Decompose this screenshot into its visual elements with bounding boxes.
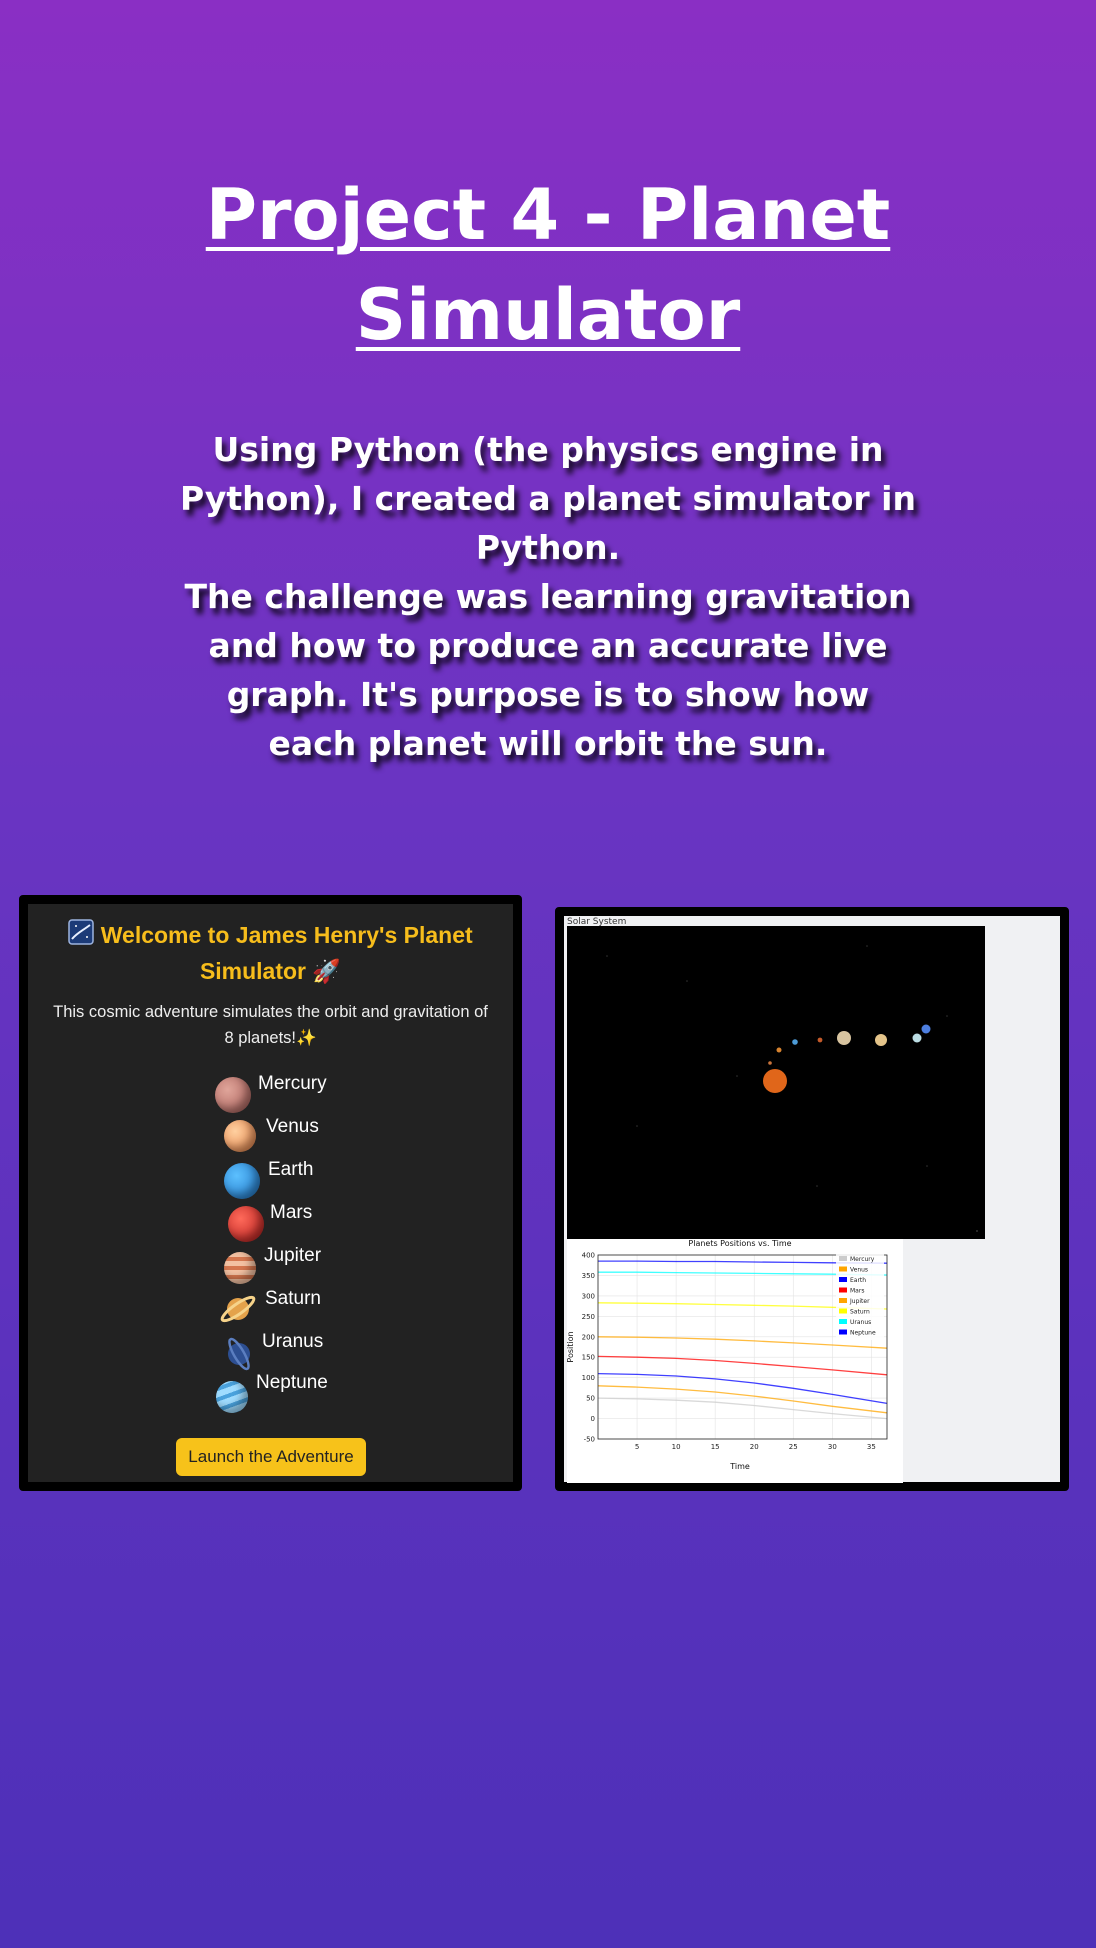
- chart-y-tick-label: 400: [582, 1252, 595, 1260]
- earth-body: [792, 1039, 798, 1045]
- mars-icon: [228, 1206, 264, 1242]
- chart-y-tick-label: 200: [582, 1333, 595, 1341]
- milky-way-icon: [68, 919, 95, 954]
- chart-x-tick-label: 20: [750, 1443, 759, 1451]
- legend-swatch: [839, 1319, 847, 1324]
- planet-name: Venus: [266, 1116, 319, 1137]
- chart-legend: Mercury Venus Earth Mars Jupiter Saturn Uranus…: [836, 1254, 884, 1340]
- saturn-body: [875, 1034, 887, 1046]
- legend-entry: Neptune: [850, 1330, 876, 1337]
- intro-text: This cosmic adventure simulates the orbi…: [53, 1003, 488, 1047]
- planet-list-item: Mercury: [28, 1073, 513, 1116]
- planet-name: Jupiter: [264, 1245, 322, 1266]
- welcome-title-text: Welcome to James Henry's Planet Simulato…: [100, 922, 473, 985]
- positions-chart-svg: Planets Positions vs. Time Time Position…: [566, 1239, 888, 1471]
- legend-swatch: [839, 1256, 847, 1261]
- neptune-body: [921, 1024, 931, 1034]
- legend-swatch: [839, 1266, 847, 1272]
- welcome-title: Welcome to James Henry's Planet Simulato…: [28, 918, 513, 988]
- planet-list-item: Mars: [28, 1202, 513, 1245]
- rocket-icon: 🚀: [312, 958, 342, 985]
- launch-adventure-button[interactable]: Launch the Adventure: [176, 1438, 366, 1476]
- mars-body: [817, 1037, 823, 1043]
- saturn-icon: [218, 1291, 258, 1332]
- chart-y-tick-label: 300: [582, 1292, 595, 1300]
- planet-list-item: Saturn: [28, 1288, 513, 1332]
- chart-y-tick-label: 350: [582, 1272, 595, 1280]
- planet-name: Mercury: [258, 1073, 327, 1094]
- series-line-mercury: [597, 1397, 888, 1420]
- chart-y-tick-label: 150: [582, 1354, 595, 1362]
- series-line-mars: [597, 1355, 888, 1376]
- venus-body: [776, 1047, 782, 1053]
- page-title: Project 4 - Planet Simulator: [205, 174, 891, 356]
- planet-list-item: Uranus: [28, 1331, 513, 1377]
- description-paragraph: The challenge was learning gravitation a…: [184, 577, 912, 763]
- mercury-icon: [215, 1077, 251, 1113]
- sun-body: [763, 1069, 787, 1093]
- chart-y-tick-label: 100: [582, 1374, 595, 1382]
- planet-list-item: Neptune: [28, 1372, 513, 1417]
- simulator-welcome-screenshot: Welcome to James Henry's Planet Simulato…: [19, 895, 522, 1491]
- mercury-body: [768, 1061, 772, 1065]
- legend-entry: Saturn: [850, 1309, 870, 1316]
- chart-x-axis-label: Time: [729, 1462, 750, 1471]
- chart-y-tick-label: -50: [584, 1436, 595, 1444]
- planet-name: Earth: [268, 1159, 314, 1180]
- legend-swatch: [839, 1287, 847, 1293]
- legend-swatch: [839, 1308, 847, 1314]
- legend-entry: Mars: [850, 1288, 864, 1295]
- chart-title: Planets Positions vs. Time: [688, 1239, 791, 1248]
- legend-entry: Uranus: [850, 1319, 871, 1326]
- legend-swatch: [839, 1298, 847, 1303]
- planet-name: Saturn: [265, 1288, 321, 1309]
- neptune-icon: [216, 1381, 248, 1413]
- planet-name: Neptune: [256, 1372, 328, 1393]
- chart-x-tick-label: 30: [828, 1443, 837, 1451]
- solar-system-view: [567, 926, 985, 1239]
- uranus-icon: [222, 1334, 256, 1377]
- planet-name: Uranus: [262, 1331, 324, 1352]
- chart-y-tick-label: 50: [586, 1395, 595, 1403]
- positions-chart: Planets Positions vs. Time Time Position…: [566, 1239, 903, 1483]
- chart-y-tick-label: 0: [591, 1415, 595, 1423]
- chart-x-tick-label: 5: [635, 1443, 639, 1451]
- simulation-window-screenshot: Solar System Planets Positions vs. Time …: [555, 907, 1069, 1491]
- chart-y-tick-label: 250: [582, 1313, 595, 1321]
- planet-list-item: Venus: [28, 1116, 513, 1159]
- planet-list-item: Earth: [28, 1159, 513, 1202]
- legend-swatch: [839, 1277, 847, 1282]
- chart-x-tick-label: 15: [711, 1443, 720, 1451]
- sparkles-icon: ✨: [296, 1029, 317, 1047]
- jupiter-body: [837, 1031, 851, 1045]
- venus-icon: [224, 1120, 256, 1152]
- description-paragraph: Using Python (the physics engine in Pyth…: [180, 430, 916, 567]
- chart-x-tick-label: 10: [672, 1443, 681, 1451]
- legend-entry: Jupiter: [849, 1298, 870, 1305]
- welcome-intro: This cosmic adventure simulates the orbi…: [48, 999, 493, 1051]
- planet-list-item: Jupiter: [28, 1245, 513, 1288]
- chart-x-tick-label: 25: [789, 1443, 798, 1451]
- legend-entry: Venus: [850, 1267, 868, 1274]
- chart-y-axis-label: Position: [567, 1331, 575, 1362]
- legend-entry: Mercury: [850, 1256, 875, 1263]
- planet-name: Mars: [270, 1202, 313, 1223]
- legend-entry: Earth: [850, 1277, 866, 1284]
- earth-icon: [224, 1163, 260, 1199]
- legend-swatch: [839, 1329, 847, 1335]
- project-description: Using Python (the physics engine in Pyth…: [178, 425, 918, 768]
- jupiter-icon: [224, 1252, 256, 1284]
- chart-x-tick-label: 35: [867, 1443, 876, 1451]
- solar-system-canvas: [567, 926, 985, 1239]
- uranus-body: [912, 1033, 922, 1043]
